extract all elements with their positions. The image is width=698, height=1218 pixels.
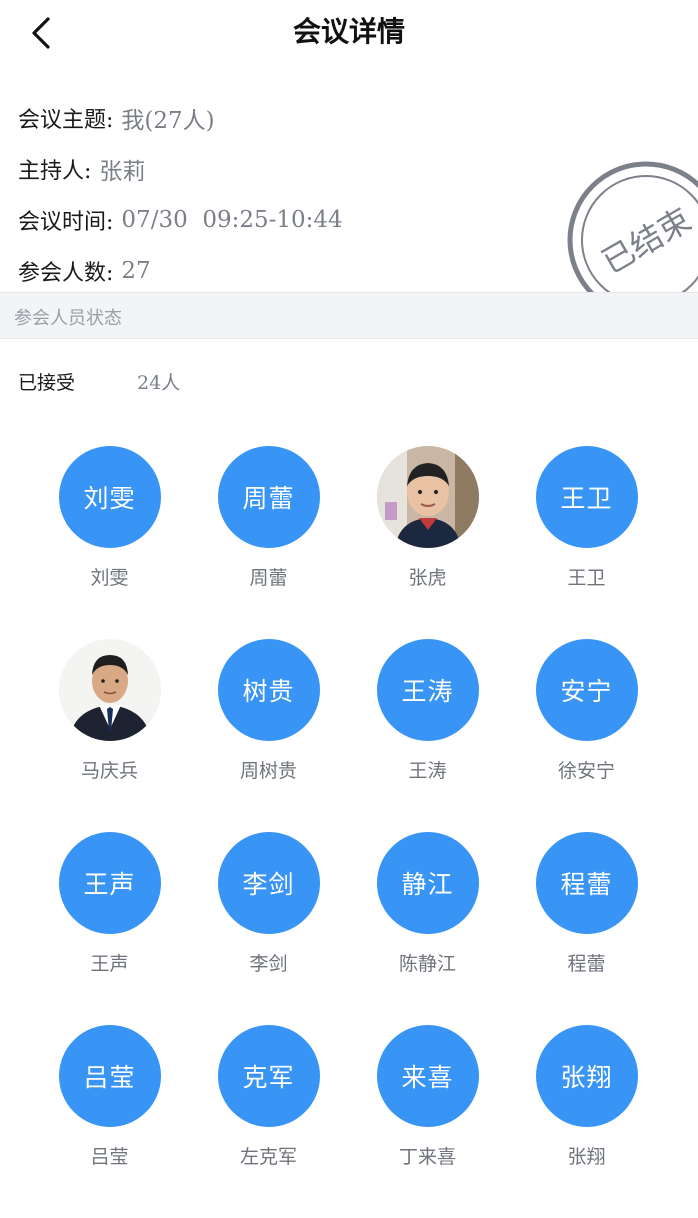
avatar: 树贵 (217, 639, 320, 741)
member-item[interactable]: 来喜 丁来喜 (348, 1025, 507, 1218)
member-name: 左克军 (239, 1146, 297, 1168)
avatar-initials: 树贵 (242, 677, 295, 706)
avatar: 李剑 (217, 832, 320, 934)
host-value: 张莉 (99, 158, 146, 185)
avatar: 程蕾 (535, 832, 638, 934)
child-photo-avatar (376, 446, 479, 548)
member-item[interactable]: 李剑 李剑 (189, 832, 348, 1025)
page-title: 会议详情 (292, 15, 405, 48)
avatar: 王声 (58, 832, 161, 934)
avatar: 刘雯 (58, 446, 161, 548)
member-item[interactable]: 马庆兵 (30, 639, 189, 832)
member-name: 李剑 (249, 953, 288, 975)
count-row: 参会人数: 27 (18, 245, 558, 296)
stamp-text: 已结束 (595, 200, 697, 281)
members-grid: 刘雯 刘雯 周蕾 周蕾 张虎 王卫 王卫 马庆兵 树贵 周树贵 王涛 王涛 安宁… (30, 446, 666, 1218)
section-header: 参会人员状态 (0, 292, 698, 339)
member-item[interactable]: 王涛 王涛 (348, 639, 507, 832)
member-item[interactable]: 王卫 王卫 (507, 446, 666, 639)
member-name: 张翔 (567, 1146, 606, 1168)
avatar-initials: 张翔 (560, 1063, 613, 1092)
child-photo-icon (376, 446, 479, 548)
member-name: 丁来喜 (398, 1146, 456, 1168)
member-item[interactable]: 王声 王声 (30, 832, 189, 1025)
member-item[interactable]: 程蕾 程蕾 (507, 832, 666, 1025)
meeting-info: 会议主题: 我(27人) 主持人: 张莉 会议时间: 07/30 09:25-1… (18, 92, 558, 296)
avatar: 静江 (376, 832, 479, 934)
avatar-initials: 李剑 (242, 870, 295, 899)
avatar: 来喜 (376, 1025, 479, 1127)
member-name: 王声 (90, 953, 129, 975)
avatar: 周蕾 (217, 446, 320, 548)
host-row: 主持人: 张莉 (18, 143, 558, 194)
member-name: 吕莹 (90, 1146, 129, 1168)
avatar-initials: 程蕾 (560, 870, 613, 899)
member-name: 张虎 (408, 567, 447, 589)
avatar: 克军 (217, 1025, 320, 1127)
avatar-initials: 王涛 (401, 677, 454, 706)
avatar-initials: 周蕾 (242, 484, 295, 513)
time-row: 会议时间: 07/30 09:25-10:44 (18, 194, 558, 245)
topic-label: 会议主题: (18, 107, 114, 133)
avatar: 张翔 (535, 1025, 638, 1127)
member-item[interactable]: 周蕾 周蕾 (189, 446, 348, 639)
member-item[interactable]: 树贵 周树贵 (189, 639, 348, 832)
member-item[interactable]: 刘雯 刘雯 (30, 446, 189, 639)
member-item[interactable]: 静江 陈静江 (348, 832, 507, 1025)
member-name: 徐安宁 (557, 760, 615, 782)
host-label: 主持人: (18, 158, 92, 184)
man-in-suit-photo-avatar (58, 639, 161, 741)
topic-row: 会议主题: 我(27人) (18, 92, 558, 143)
accepted-count: 24人 (137, 371, 181, 394)
man-photo-icon (58, 639, 161, 741)
member-name: 周蕾 (249, 567, 288, 589)
section-title: 参会人员状态 (14, 308, 122, 329)
member-name: 王涛 (408, 760, 447, 782)
member-name: 王卫 (567, 567, 606, 589)
avatar: 王涛 (376, 639, 479, 741)
member-item[interactable]: 克军 左克军 (189, 1025, 348, 1218)
avatar-initials: 安宁 (560, 677, 613, 706)
member-item[interactable]: 张虎 (348, 446, 507, 639)
avatar-initials: 刘雯 (83, 484, 136, 513)
avatar-initials: 王卫 (560, 484, 613, 513)
avatar-initials: 克军 (242, 1063, 295, 1092)
member-name: 刘雯 (90, 567, 129, 589)
time-value: 07/30 09:25-10:44 (121, 206, 343, 233)
time-label: 会议时间: (18, 209, 114, 235)
avatar-initials: 静江 (401, 870, 454, 899)
accepted-label: 已接受 (18, 371, 76, 394)
count-label: 参会人数: (18, 260, 114, 286)
member-name: 周树贵 (239, 760, 297, 782)
member-name: 程蕾 (567, 953, 606, 975)
avatar-initials: 王声 (83, 870, 136, 899)
member-item[interactable]: 张翔 张翔 (507, 1025, 666, 1218)
top-bar: 会议详情 (0, 0, 698, 66)
member-item[interactable]: 吕莹 吕莹 (30, 1025, 189, 1218)
accepted-row[interactable]: 已接受 24人 (18, 366, 180, 396)
avatar-initials: 来喜 (401, 1063, 454, 1092)
member-name: 陈静江 (398, 953, 456, 975)
member-name: 马庆兵 (80, 760, 138, 782)
avatar-initials: 吕莹 (83, 1063, 136, 1092)
count-value: 27 (121, 257, 151, 284)
topic-value: 我(27人) (121, 107, 215, 134)
avatar: 王卫 (535, 446, 638, 548)
avatar: 吕莹 (58, 1025, 161, 1127)
avatar: 安宁 (535, 639, 638, 741)
member-item[interactable]: 安宁 徐安宁 (507, 639, 666, 832)
